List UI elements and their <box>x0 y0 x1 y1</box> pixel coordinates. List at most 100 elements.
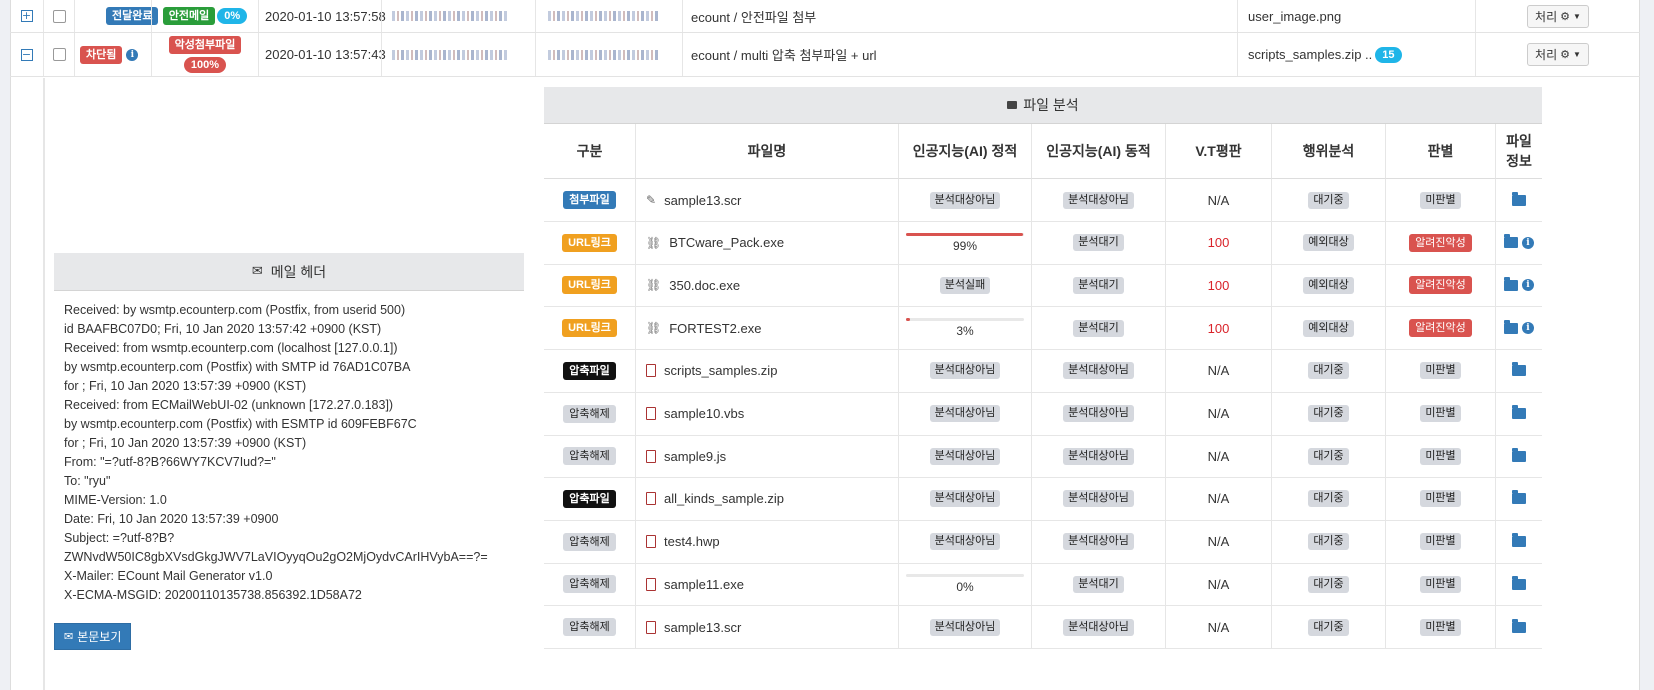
file-row[interactable]: 압축해제 sample13.scr 분석대상아님 분석대상아님 N/A 대기중 미판별 <box>544 606 1542 649</box>
info-icon[interactable]: i <box>1522 236 1534 249</box>
ai-dynamic-tag: 분석대기 <box>1073 319 1124 337</box>
progress-value: 0% <box>956 580 974 595</box>
row-checkbox-cell[interactable] <box>43 0 74 32</box>
behavior-cell: 대기중 <box>1271 563 1385 606</box>
ai-static-tag: 분석대상아님 <box>929 191 1001 209</box>
folder-icon[interactable] <box>1512 447 1526 462</box>
folder-icon[interactable] <box>1512 575 1526 590</box>
behavior-cell: 대기중 <box>1271 520 1385 563</box>
type-badge: URL링크 <box>562 276 617 295</box>
caret-down-icon: ▼ <box>1573 11 1581 21</box>
file-info-cell: i <box>1495 264 1542 307</box>
datetime-cell: 2020-01-10 13:57:58 <box>258 0 386 32</box>
folder-icon[interactable] <box>1512 490 1526 505</box>
redacted-recipient <box>548 49 658 60</box>
ai-dynamic-cell: 분석대상아님 <box>1031 520 1165 563</box>
type-badge: 압축해제 <box>563 447 616 466</box>
file-row[interactable]: 압축파일 scripts_samples.zip 분석대상아님 분석대상아님 N/A 대기… <box>544 349 1542 393</box>
header-line: Date: Fri, 10 Jan 2020 13:57:39 +0900 <box>64 512 279 526</box>
process-dropdown-button[interactable]: 처리 ⚙ ▼ <box>1527 43 1589 66</box>
header-line: Received: from ECMailWebUI-02 (unknown [… <box>64 398 394 412</box>
header-line: MIME-Version: 1.0 <box>64 493 167 507</box>
folder-icon[interactable] <box>1512 362 1526 377</box>
info-icon[interactable]: i <box>1522 279 1534 292</box>
datetime-text: 2020-01-10 13:57:58 <box>265 8 386 24</box>
folder-icon[interactable] <box>1512 405 1526 419</box>
info-icon[interactable]: i <box>126 48 139 61</box>
filename-cell: ⛓ BTCware_Pack.exe <box>635 221 898 264</box>
attachment-text[interactable]: user_image.png <box>1248 9 1341 24</box>
expand-icon[interactable]: + <box>20 10 33 22</box>
folder-icon[interactable] <box>1512 533 1526 548</box>
mail-row[interactable]: − 차단됨 i 악성첨부파일 100% 2020-01-10 13:57:43 … <box>10 33 1640 77</box>
column-header: 판별 <box>1385 124 1495 179</box>
type-cell: 압축해제 <box>544 393 635 435</box>
behavior-cell: 대기중 <box>1271 392 1385 435</box>
column-header: 행위분석 <box>1271 124 1385 179</box>
behavior-tag: 예외대상 <box>1303 319 1354 337</box>
file-row[interactable]: 압축해제 test4.hwp 분석대상아님 분석대상아님 N/A 대기중 미판별 <box>544 520 1542 564</box>
filename-cell: ⛓ 350.doc.exe <box>635 264 898 307</box>
envelope-icon: ✉ <box>251 264 263 279</box>
ai-dynamic-cell: 분석대상아님 <box>1031 392 1165 435</box>
file-row[interactable]: 압축파일 all_kinds_sample.zip 분석대상아님 분석대상아님 N/A 대… <box>544 477 1542 521</box>
info-icon[interactable]: i <box>1522 322 1534 335</box>
row-expander-cell[interactable]: + <box>10 0 43 32</box>
file-row[interactable]: URL링크 ⛓ FORTEST2.exe 3% 분석대기 100 예외대상 알려진악성 i <box>544 307 1542 351</box>
type-badge: 압축해제 <box>563 618 616 636</box>
row-checkbox-cell[interactable] <box>43 33 74 76</box>
view-body-button[interactable]: ✉ 본문보기 <box>54 623 132 650</box>
type-cell: URL링크 <box>544 307 635 349</box>
verdict-cell: 미판별 <box>1385 349 1495 392</box>
verdict-cell: 악성첨부파일 100% <box>151 33 258 76</box>
header-line: From: "=?utf-8?B?66WY7KCV7Iud?=" <box>64 455 276 469</box>
type-badge: 압축해제 <box>563 404 616 423</box>
mail-row[interactable]: + 전달완료 안전메일 0% 2020-01-10 13:57:58 ecoun… <box>10 0 1640 33</box>
subject-text[interactable]: ecount / multi 압축 첨부파일 + url <box>691 45 877 64</box>
folder-icon[interactable] <box>1504 234 1518 249</box>
verdict-badge: 안전메일 <box>162 7 216 25</box>
file-row[interactable]: 압축해제 sample10.vbs 분석대상아님 분석대상아님 N/A 대기중 미판별 <box>544 392 1542 436</box>
column-header: 파일 정보 <box>1495 124 1542 179</box>
verdict-cell: 미판별 <box>1385 520 1495 563</box>
type-cell: 압축해제 <box>544 563 635 605</box>
ai-static-cell: 분석대상아님 <box>898 520 1031 563</box>
file-row[interactable]: 압축해제 sample9.js 분석대상아님 분석대상아님 N/A 대기중 미판별 <box>544 435 1542 479</box>
file-info-cell <box>1495 520 1542 563</box>
header-line: for ; Fri, 10 Jan 2020 13:57:39 +0900 (K… <box>64 379 307 393</box>
ai-static-progress: 3% <box>906 318 1024 338</box>
attachment-cell[interactable]: user_image.png <box>1237 0 1475 32</box>
verdict-cell: 미판별 <box>1385 392 1495 435</box>
collapse-icon[interactable]: − <box>20 48 33 61</box>
folder-icon[interactable] <box>1504 276 1518 291</box>
file-row[interactable]: 압축해제 sample11.exe 0% 분석대기 N/A 대기중 미판별 <box>544 563 1542 607</box>
ai-static-tag: 분석대상아님 <box>929 447 1001 465</box>
link-icon: ⛓ <box>646 278 662 293</box>
mail-header-title: 메일 헤더 <box>270 263 327 280</box>
process-dropdown-button[interactable]: 처리 ⚙ ▼ <box>1527 4 1589 28</box>
subject-cell[interactable]: ecount / 안전파일 첨부 <box>682 0 1237 32</box>
attachment-text[interactable]: scripts_samples.zip .. <box>1248 47 1372 62</box>
row-checkbox[interactable] <box>52 9 66 23</box>
ai-dynamic-tag: 분석대기 <box>1073 575 1124 593</box>
row-checkbox[interactable] <box>52 48 66 61</box>
mail-header-title-bar: ✉ 메일 헤더 <box>54 253 524 291</box>
caret-down-icon: ▼ <box>1573 50 1581 59</box>
file-row[interactable]: URL링크 ⛓ BTCware_Pack.exe 99% 분석대기 100 예외대상 알려진악… <box>544 221 1542 265</box>
file-row[interactable]: URL링크 ⛓ 350.doc.exe 분석실패 분석대기 100 예외대상 알려진악성 i <box>544 264 1542 308</box>
folder-icon[interactable] <box>1512 191 1526 206</box>
row-expander-cell[interactable]: − <box>10 33 43 76</box>
zip-file-icon <box>646 620 656 634</box>
subject-text[interactable]: ecount / 안전파일 첨부 <box>691 7 816 26</box>
folder-icon[interactable] <box>1512 618 1526 633</box>
ai-dynamic-cell: 분석대상아님 <box>1031 179 1165 221</box>
header-line: Subject: =?utf-8?B? <box>64 531 175 545</box>
folder-icon[interactable] <box>1504 319 1518 334</box>
subject-cell[interactable]: ecount / multi 압축 첨부파일 + url <box>682 33 1237 76</box>
file-row[interactable]: 첨부파일 ✎ sample13.scr 분석대상아님 분석대상아님 N/A 대기중 미판별 <box>544 179 1542 222</box>
verdict-cell: 알려진악성 <box>1385 264 1495 307</box>
attachment-cell[interactable]: scripts_samples.zip .. 15 <box>1237 33 1475 76</box>
ai-dynamic-tag: 분석대상아님 <box>1063 490 1134 508</box>
filename-text: scripts_samples.zip <box>664 363 778 379</box>
verdict-badge: 미판별 <box>1420 575 1461 593</box>
